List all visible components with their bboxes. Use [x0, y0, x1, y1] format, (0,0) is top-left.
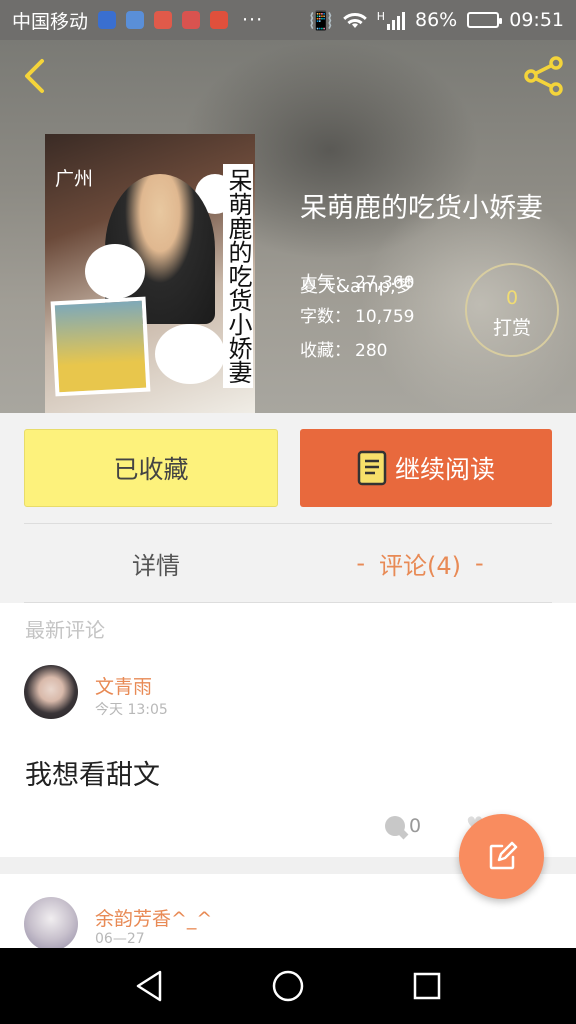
wifi-icon — [342, 12, 367, 28]
cover-city-text: 广州 — [55, 168, 94, 190]
carrier-label: 中国移动 — [12, 10, 89, 33]
tab-comments[interactable]: - 评论(4) - — [288, 524, 552, 602]
comment-username[interactable]: 文青雨 — [95, 672, 152, 699]
tab-bar: 详情 - 评论(4) - — [0, 524, 576, 602]
vibrate-icon: 📳 — [309, 9, 333, 32]
system-nav-bar — [0, 948, 576, 1024]
chevron-left-icon — [25, 59, 44, 93]
continue-reading-button[interactable]: 继续阅读 — [300, 429, 552, 507]
stat-word-count: 字数： 10,759 — [300, 307, 415, 327]
clock: 09:51 — [509, 9, 564, 31]
stat-favorites: 收藏： 280 — [300, 341, 388, 361]
favorite-button[interactable]: 已收藏 — [24, 429, 278, 507]
more-notifications-icon: ··· — [242, 9, 264, 31]
notification-app-icon — [98, 11, 117, 29]
cover-photo — [50, 296, 151, 397]
tab-detail[interactable]: 详情 — [24, 524, 288, 602]
triangle-back-icon — [137, 970, 162, 1002]
back-button[interactable] — [14, 56, 54, 96]
reply-count: 0 — [409, 815, 422, 837]
book-icon — [357, 450, 387, 486]
tip-button[interactable]: 0 打赏 — [465, 263, 559, 357]
cover-title-text: 呆萌鹿的吃货小娇妻 — [223, 164, 253, 388]
mail-icon — [154, 11, 173, 29]
notification-app-icon — [210, 11, 229, 29]
avatar[interactable] — [24, 897, 78, 951]
tip-count: 0 — [505, 287, 519, 309]
square-recents-icon — [413, 972, 440, 1000]
battery-icon — [467, 12, 503, 28]
status-bar: 中国移动 ··· 📳 H 86% 09:51 — [0, 0, 576, 40]
comment-bubble-icon — [385, 816, 405, 836]
share-icon — [524, 56, 563, 96]
tip-label: 打赏 — [492, 317, 531, 339]
nav-home-button[interactable] — [258, 956, 318, 1016]
edit-icon — [489, 841, 517, 869]
comment-text: 我想看甜文 — [25, 760, 160, 791]
notification-app-icon — [126, 11, 145, 29]
book-header: 广州 呆萌鹿的吃货小娇妻 呆萌鹿的吃货小娇妻 夏天&amp;梦 人气： 27,36… — [0, 40, 576, 413]
tab-comments-label: 评论(4) — [379, 551, 461, 580]
action-bar: 已收藏 继续阅读 — [0, 413, 576, 523]
nav-back-button[interactable] — [119, 956, 179, 1016]
book-title: 呆萌鹿的吃货小娇妻 — [300, 193, 543, 224]
write-comment-button[interactable] — [459, 814, 544, 899]
circle-home-icon — [272, 970, 304, 1002]
avatar[interactable] — [24, 665, 78, 719]
comment-time: 今天 13:05 — [95, 702, 168, 718]
book-cover[interactable]: 广州 呆萌鹿的吃货小娇妻 — [45, 134, 255, 413]
stat-popularity: 人气： 27,360 — [300, 273, 415, 293]
reply-button[interactable]: 0 — [385, 815, 421, 837]
share-button[interactable] — [520, 54, 568, 98]
nav-recents-button[interactable] — [397, 956, 457, 1016]
continue-reading-label: 继续阅读 — [394, 455, 495, 484]
signal-icon: H — [377, 10, 405, 30]
comment-time: 06—27 — [95, 931, 145, 947]
battery-percent: 86% — [415, 9, 458, 31]
latest-comments-heading: 最新评论 — [25, 618, 105, 642]
comment-username[interactable]: 余韵芳香^_^ — [95, 904, 212, 931]
notification-app-icon — [182, 11, 201, 29]
